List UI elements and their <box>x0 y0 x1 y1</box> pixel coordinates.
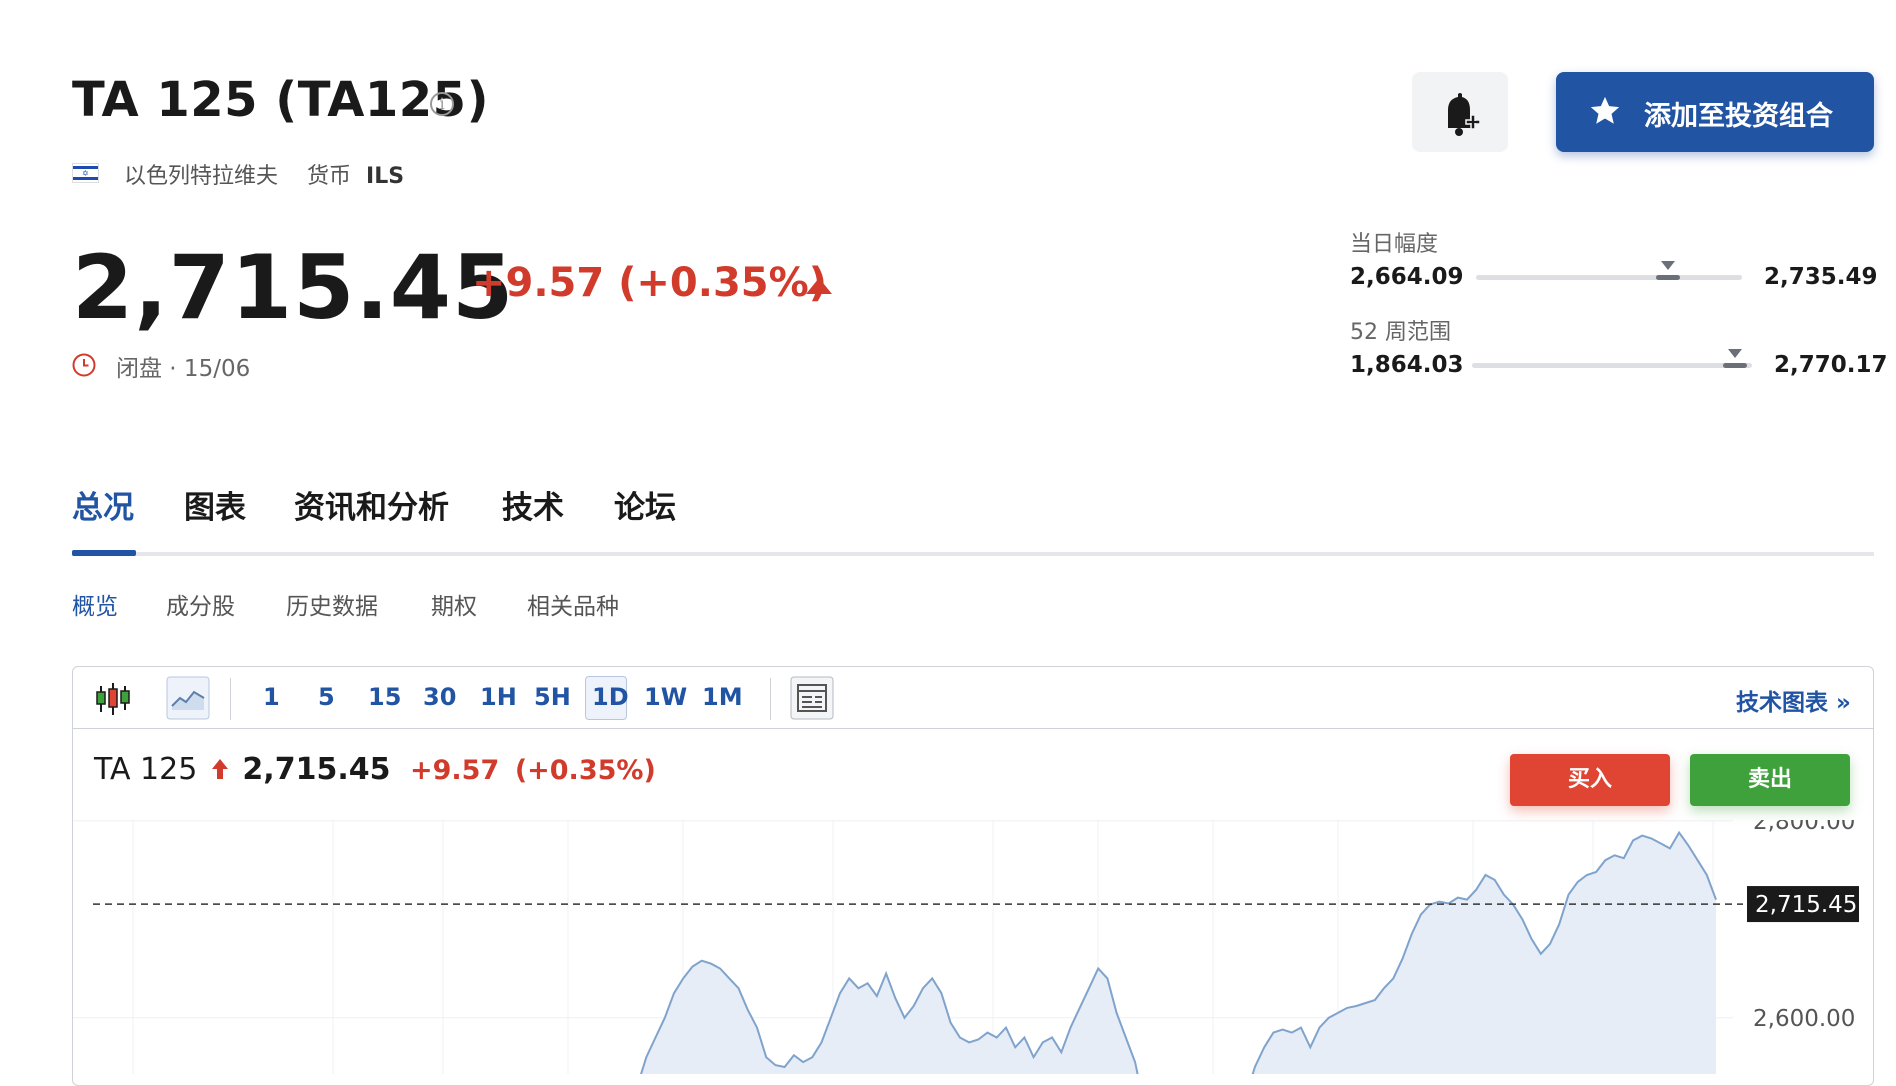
buy-button[interactable]: 买入 <box>1510 754 1670 806</box>
tab-divider <box>72 552 1874 556</box>
interval-15[interactable]: 15 <box>368 683 401 711</box>
chart-change-pct: (+0.35%) <box>514 755 656 786</box>
current-price-label: 2,715.45 <box>1755 892 1857 918</box>
subtab-related[interactable]: 相关品种 <box>527 587 619 621</box>
active-tab-indicator <box>72 550 136 556</box>
interval-5h[interactable]: 5H <box>534 683 571 711</box>
area-chart-icon[interactable] <box>166 676 210 720</box>
tab-news-analysis[interactable]: 资讯和分析 <box>294 482 449 527</box>
subtab-historical-data[interactable]: 历史数据 <box>286 587 378 621</box>
tab-technical[interactable]: 技术 <box>502 482 564 527</box>
y-tick-label: 2,600.00 <box>1753 1006 1855 1032</box>
last-price: 2,715.45 <box>72 236 515 339</box>
week52-range-low: 1,864.03 <box>1350 352 1464 378</box>
toolbar-separator <box>230 678 231 720</box>
star-icon <box>1590 96 1620 124</box>
week52-range-marker-icon <box>1728 349 1743 358</box>
y-tick-label: 2,800.00 <box>1753 820 1855 835</box>
market-status: 闭盘 · 15/06 <box>116 356 251 382</box>
chart-change: +9.57 <box>410 755 500 786</box>
subtab-components[interactable]: 成分股 <box>166 587 235 621</box>
tab-overview[interactable]: 总况 <box>72 482 134 527</box>
week52-range-bar <box>1472 349 1752 368</box>
chart-toolbar-divider <box>73 728 1873 729</box>
subtab-options[interactable]: 期权 <box>431 587 477 621</box>
up-arrow-icon <box>806 278 832 294</box>
chart-price: 2,715.45 <box>242 752 391 787</box>
tab-chart[interactable]: 图表 <box>184 482 246 527</box>
candlestick-icon[interactable] <box>94 680 132 718</box>
day-range-bar <box>1476 261 1742 280</box>
bell-plus-icon <box>1448 93 1481 136</box>
technical-chart-link[interactable]: 技术图表 » <box>1736 683 1851 717</box>
layout-icon[interactable] <box>790 676 834 720</box>
interval-1w[interactable]: 1W <box>644 683 687 711</box>
day-range-label: 当日幅度 <box>1350 232 1439 257</box>
price-change: +9.57 (+0.35%) <box>472 260 827 306</box>
chart-symbol: TA 125 <box>94 752 198 787</box>
add-to-portfolio-label: 添加至投资组合 <box>1644 101 1833 132</box>
day-range-fill <box>1655 275 1680 280</box>
interval-1m[interactable]: 1M <box>702 683 743 711</box>
week52-range-high: 2,770.17 <box>1774 352 1888 378</box>
day-range-marker-icon <box>1660 261 1675 270</box>
subtab-overview[interactable]: 概览 <box>72 587 118 621</box>
alert-button[interactable] <box>1412 72 1508 152</box>
week52-range-fill <box>1723 363 1748 368</box>
interval-1[interactable]: 1 <box>263 683 280 711</box>
week52-range-label: 52 周范围 <box>1350 320 1451 345</box>
add-to-portfolio-button[interactable]: 添加至投资组合 <box>1556 72 1874 152</box>
exchange-meta: 以色列特拉维夫 货币 ILS <box>124 158 404 190</box>
up-arrow-icon <box>211 759 228 779</box>
day-range-high: 2,735.49 <box>1764 264 1878 290</box>
interval-1d[interactable]: 1D <box>592 683 629 711</box>
price-chart[interactable]: 2,800.002,600.002,500.002,715.45 <box>73 820 1873 1074</box>
clock-icon <box>72 353 96 377</box>
currency-value: ILS <box>366 164 405 189</box>
tab-forum[interactable]: 论坛 <box>614 482 676 527</box>
info-icon[interactable]: i <box>430 92 454 116</box>
sell-button[interactable]: 卖出 <box>1690 754 1850 806</box>
page-title: TA 125 (TA125) <box>72 72 490 128</box>
day-range-low: 2,664.09 <box>1350 264 1464 290</box>
country-label: 以色列特拉维夫 <box>124 164 279 189</box>
israel-flag-icon: ✡ <box>72 163 99 183</box>
interval-1h[interactable]: 1H <box>480 683 517 711</box>
chart-quote-header: TA 125 2,715.45 +9.57 (+0.35%) <box>94 752 656 787</box>
interval-30[interactable]: 30 <box>423 683 456 711</box>
interval-5[interactable]: 5 <box>318 683 335 711</box>
currency-label: 货币 <box>307 164 352 189</box>
toolbar-separator <box>770 678 771 720</box>
